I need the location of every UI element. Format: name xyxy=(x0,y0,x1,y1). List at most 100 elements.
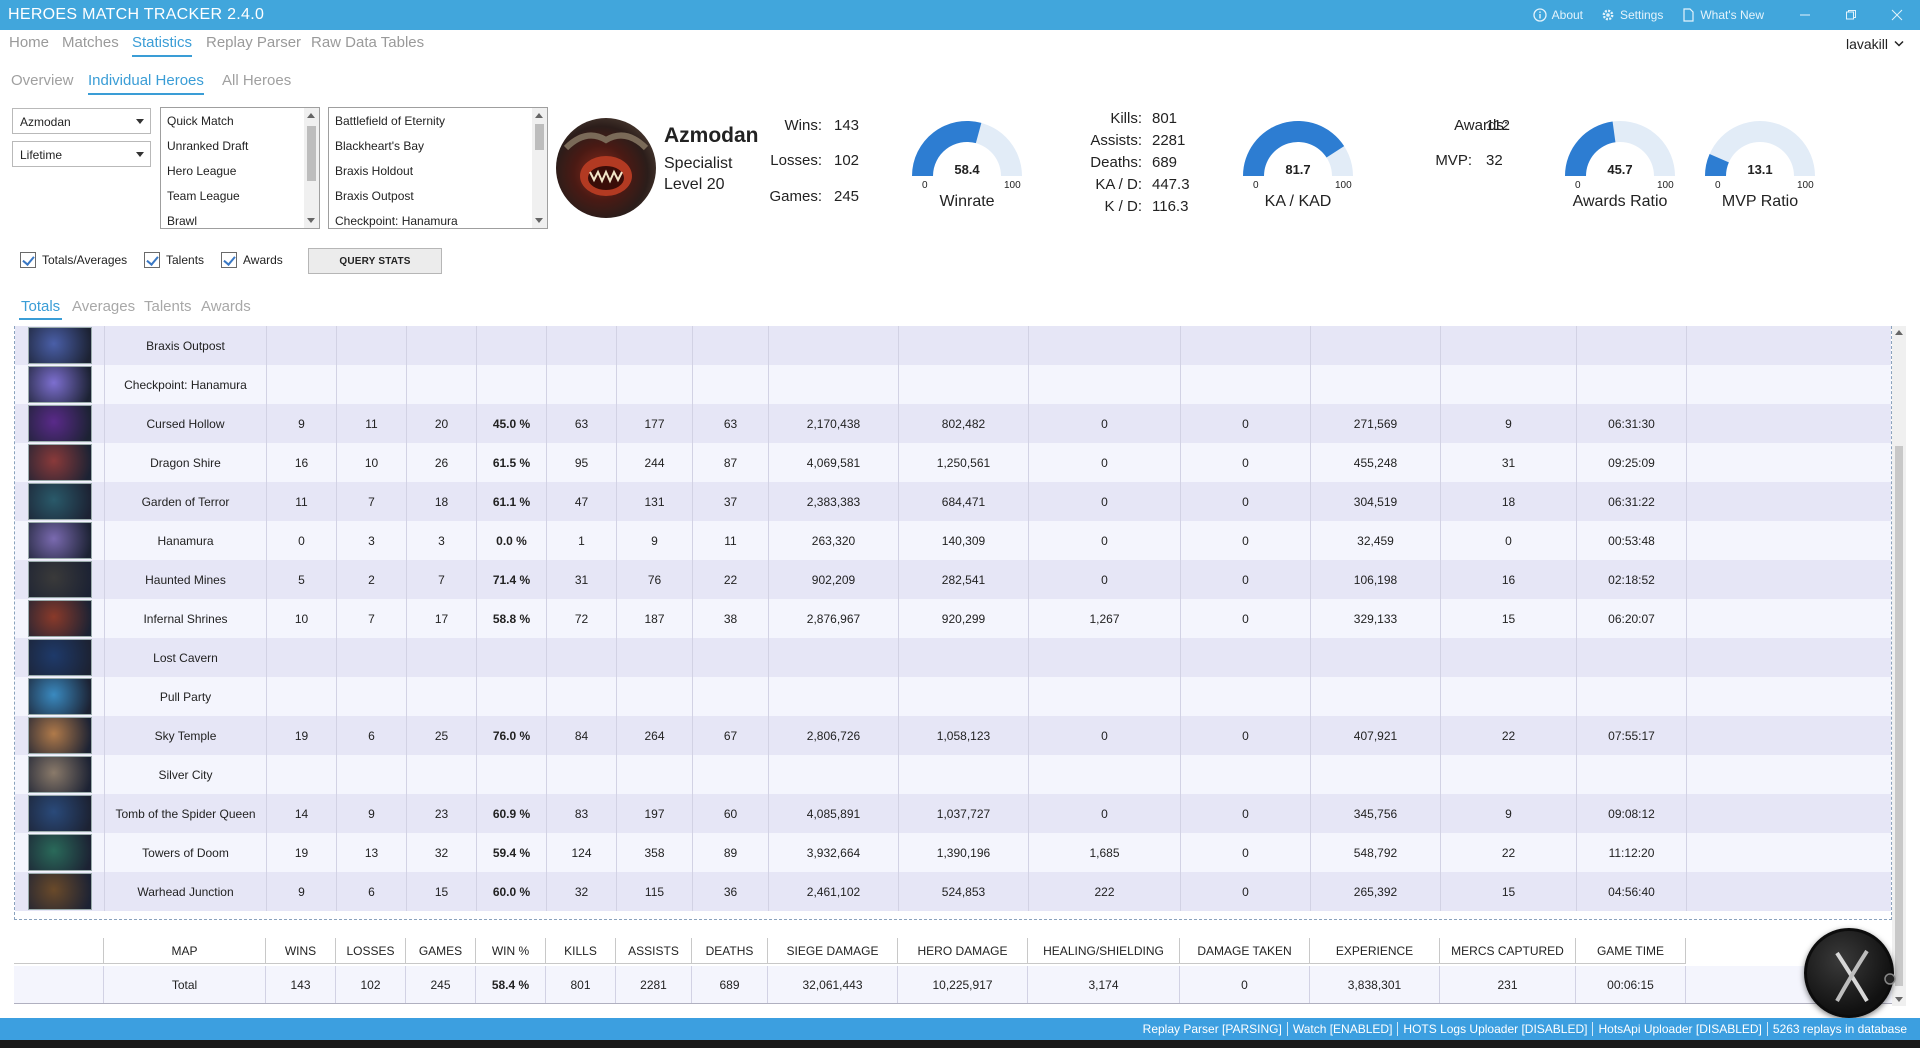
game-mode-list[interactable]: Quick Match Unranked Draft Hero League T… xyxy=(160,107,320,229)
restore-button[interactable] xyxy=(1828,0,1874,30)
table-row[interactable]: Dragon Shire 16 10 26 61.5 % 95 244 87 4,069,581… xyxy=(15,443,1891,482)
settings-link[interactable]: Settings xyxy=(1601,8,1663,22)
column-header[interactable]: SIEGE DAMAGE xyxy=(768,938,898,964)
table-row[interactable]: Garden of Terror 11 7 18 61.1 % 47 131 37 2,383,… xyxy=(15,482,1891,521)
table-row[interactable]: Towers of Doom 19 13 32 59.4 % 124 358 89 3,932,… xyxy=(15,833,1891,872)
table-row[interactable]: Tomb of the Spider Queen 14 9 23 60.9 % 83 197… xyxy=(15,794,1891,833)
table-cell: 06:20:07 xyxy=(1577,599,1687,638)
scroll-thumb[interactable] xyxy=(1895,446,1903,986)
overlay-button[interactable] xyxy=(1804,928,1896,1018)
table-cell xyxy=(1577,638,1687,677)
column-header[interactable]: MERCS CAPTURED xyxy=(1440,938,1576,964)
user-menu[interactable]: lavakill xyxy=(1846,36,1904,52)
talents-checkbox[interactable]: Talents xyxy=(144,252,204,268)
list-item[interactable]: Team League xyxy=(161,183,319,208)
table-cell: 0 xyxy=(1181,872,1311,911)
table-row[interactable]: Checkpoint: Hanamura xyxy=(15,365,1891,404)
season-select[interactable]: Lifetime xyxy=(12,141,151,167)
table-row[interactable]: Hanamura 0 3 3 0.0 % 1 9 11 263,320 140,309 0 0 32,4… xyxy=(15,521,1891,560)
list-item[interactable]: Hero League xyxy=(161,158,319,183)
scroll-thumb[interactable] xyxy=(307,126,316,181)
column-header[interactable]: ASSISTS xyxy=(616,938,692,964)
list-item[interactable]: Battlefield of Eternity xyxy=(329,108,547,133)
table-row[interactable]: Pull Party xyxy=(15,677,1891,716)
table-cell: 106,198 xyxy=(1311,560,1441,599)
table-row[interactable]: Infernal Shrines 10 7 17 58.8 % 72 187 38 2,876,… xyxy=(15,599,1891,638)
query-stats-button[interactable]: QUERY STATS xyxy=(308,248,442,274)
tab-all-heroes[interactable]: All Heroes xyxy=(222,72,291,89)
table-cell xyxy=(617,677,693,716)
list-scrollbar[interactable] xyxy=(532,108,547,228)
column-header[interactable]: DAMAGE TAKEN xyxy=(1180,938,1310,964)
close-button[interactable] xyxy=(1874,0,1920,30)
table-row[interactable]: Warhead Junction 9 6 15 60.0 % 32 115 36 2,461,1… xyxy=(15,872,1891,911)
chevron-down-icon xyxy=(1894,40,1904,47)
column-header[interactable]: MAP xyxy=(104,938,266,964)
table-row[interactable]: Haunted Mines 5 2 7 71.4 % 31 76 22 902,209 282,5… xyxy=(15,560,1891,599)
column-header[interactable]: LOSSES xyxy=(336,938,406,964)
tab-raw-data-tables[interactable]: Raw Data Tables xyxy=(311,34,424,51)
tab-replay-parser[interactable]: Replay Parser xyxy=(206,34,301,51)
total-cell: 10,225,917 xyxy=(898,966,1028,1003)
table-cell xyxy=(1441,638,1577,677)
column-header[interactable]: WIN % xyxy=(476,938,546,964)
tab-averages[interactable]: Averages xyxy=(72,298,135,315)
table-row[interactable]: Sky Temple 19 6 25 76.0 % 84 264 67 2,806,726 1,0… xyxy=(15,716,1891,755)
list-item[interactable]: Brawl xyxy=(161,208,319,228)
table-header-row: MAP WINS LOSSES GAMES WIN % KILLS ASSISTS DEATH… xyxy=(14,938,1892,964)
minimize-button[interactable] xyxy=(1782,0,1828,30)
totals-averages-checkbox[interactable]: Totals/Averages xyxy=(20,252,127,268)
table-cell xyxy=(337,326,407,365)
tab-individual-heroes[interactable]: Individual Heroes xyxy=(88,72,204,95)
map-name-cell: Pull Party xyxy=(105,677,267,716)
tab-home[interactable]: Home xyxy=(9,34,49,51)
tab-overview[interactable]: Overview xyxy=(11,72,74,89)
table-cell xyxy=(693,326,769,365)
list-item[interactable]: Blackheart's Bay xyxy=(329,133,547,158)
tab-talents[interactable]: Talents xyxy=(144,298,192,315)
table-cell: 1,390,196 xyxy=(899,833,1029,872)
tab-awards[interactable]: Awards xyxy=(201,298,251,315)
list-scrollbar[interactable] xyxy=(304,108,319,228)
table-cell: 0 xyxy=(1029,404,1181,443)
list-item[interactable]: Unranked Draft xyxy=(161,133,319,158)
column-header[interactable]: WINS xyxy=(266,938,336,964)
app-window: { "app": { "title": "HEROES MATCH TRACKE… xyxy=(0,0,1920,1048)
tab-statistics[interactable]: Statistics xyxy=(132,34,193,57)
map-name-cell: Hanamura xyxy=(105,521,267,560)
scroll-thumb[interactable] xyxy=(535,124,544,150)
column-header[interactable]: HERO DAMAGE xyxy=(898,938,1028,964)
table-cell: 76.0 % xyxy=(477,716,547,755)
tab-matches[interactable]: Matches xyxy=(62,34,119,51)
whats-new-link[interactable]: What's New xyxy=(1681,8,1764,22)
list-item[interactable]: Quick Match xyxy=(161,108,319,133)
table-scrollbar[interactable] xyxy=(1892,326,1906,1006)
column-header[interactable]: GAME TIME xyxy=(1576,938,1686,964)
table-cell xyxy=(547,755,617,794)
table-cell: 3,932,664 xyxy=(769,833,899,872)
about-link[interactable]: About xyxy=(1532,8,1583,22)
tab-totals[interactable]: Totals xyxy=(18,298,63,320)
table-cell: 02:18:52 xyxy=(1577,560,1687,599)
map-filter-list[interactable]: Battlefield of Eternity Blackheart's Bay… xyxy=(328,107,548,229)
table-row[interactable]: Silver City xyxy=(15,755,1891,794)
map-stats-table[interactable]: Braxis Outpost Checkpoint: Hanamura Cursed… xyxy=(14,326,1892,920)
column-header[interactable]: EXPERIENCE xyxy=(1310,938,1440,964)
table-cell xyxy=(1577,365,1687,404)
column-header[interactable]: DEATHS xyxy=(692,938,768,964)
scroll-up-icon xyxy=(1895,330,1903,335)
list-item[interactable]: Braxis Outpost xyxy=(329,183,547,208)
table-cell: 89 xyxy=(693,833,769,872)
column-header[interactable]: KILLS xyxy=(546,938,616,964)
table-row[interactable]: Cursed Hollow 9 11 20 45.0 % 63 177 63 2,170,438… xyxy=(15,404,1891,443)
column-header[interactable]: GAMES xyxy=(406,938,476,964)
table-row[interactable]: Braxis Outpost xyxy=(15,326,1891,365)
list-item[interactable]: Checkpoint: Hanamura xyxy=(329,208,547,228)
list-item[interactable]: Braxis Holdout xyxy=(329,158,547,183)
hero-select[interactable]: Azmodan xyxy=(12,108,151,134)
column-header[interactable]: HEALING/SHIELDING xyxy=(1028,938,1180,964)
awards-label: Awards xyxy=(243,253,283,267)
table-row[interactable]: Lost Cavern xyxy=(15,638,1891,677)
awards-checkbox[interactable]: Awards xyxy=(221,252,283,268)
map-thumbnail-cell xyxy=(15,365,105,404)
